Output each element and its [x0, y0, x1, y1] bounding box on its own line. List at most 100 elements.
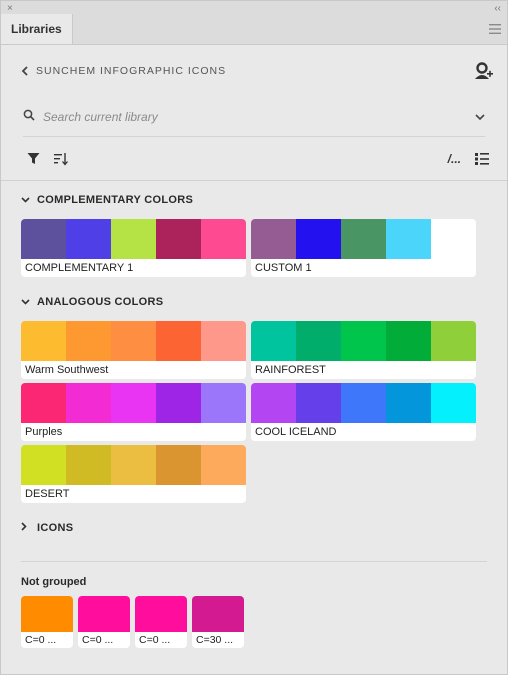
theme-swatch[interactable] — [21, 321, 66, 361]
theme-name: DESERT — [25, 488, 70, 500]
swatch-color — [78, 596, 130, 632]
theme-swatch[interactable] — [111, 383, 156, 423]
color-swatch[interactable]: C=0 ... — [21, 596, 73, 648]
theme-swatch[interactable] — [431, 321, 476, 361]
close-icon[interactable]: × — [7, 3, 13, 14]
filter-icon[interactable] — [27, 152, 40, 165]
theme-name: RAINFOREST — [255, 364, 326, 376]
theme-swatch[interactable] — [156, 321, 201, 361]
search-input[interactable] — [43, 109, 467, 124]
theme-name: Purples — [25, 426, 63, 438]
section-complementary: COMPLEMENTARY COLORS COMPLEMENTARY 1 CUS… — [21, 181, 487, 277]
theme-swatch[interactable] — [111, 219, 156, 259]
theme-swatch[interactable] — [111, 321, 156, 361]
library-content: COMPLEMENTARY COLORS COMPLEMENTARY 1 CUS… — [1, 181, 507, 648]
hamburger-menu-icon[interactable] — [483, 14, 507, 44]
theme-swatch[interactable] — [296, 383, 341, 423]
color-theme[interactable]: DESERT — [21, 445, 246, 503]
theme-swatch[interactable] — [66, 219, 111, 259]
color-theme[interactable]: COMPLEMENTARY 1 — [21, 219, 246, 277]
theme-swatch[interactable] — [201, 383, 246, 423]
color-theme[interactable]: RAINFOREST — [251, 321, 476, 379]
theme-swatch[interactable] — [21, 219, 66, 259]
swatch-color — [21, 596, 73, 632]
theme-name: COMPLEMENTARY 1 — [25, 262, 134, 274]
libraries-panel: × ‹‹ Libraries SUNCHEM INFOGRAPHIC ICONS — [0, 0, 508, 675]
section-title: ICONS — [37, 522, 74, 534]
theme-swatch[interactable] — [66, 445, 111, 485]
section-title: Not grouped — [21, 576, 87, 588]
color-theme[interactable]: CUSTOM 1 — [251, 219, 476, 277]
theme-swatch[interactable] — [296, 321, 341, 361]
user-add-icon[interactable] — [473, 61, 493, 81]
theme-swatch[interactable] — [251, 383, 296, 423]
chevron-down-icon[interactable] — [475, 110, 485, 124]
theme-swatches — [251, 383, 476, 423]
theme-swatch[interactable] — [201, 219, 246, 259]
chevron-down-icon — [21, 194, 31, 206]
theme-swatches — [21, 321, 246, 361]
theme-swatch[interactable] — [111, 445, 156, 485]
theme-grid: Warm Southwest RAINFOREST Purples COOL I… — [21, 321, 487, 503]
theme-swatch[interactable] — [156, 219, 201, 259]
swatch-color — [192, 596, 244, 632]
theme-swatch[interactable] — [156, 383, 201, 423]
swatch-color — [135, 596, 187, 632]
search-icon — [23, 108, 35, 126]
theme-swatch[interactable] — [251, 321, 296, 361]
theme-grid: COMPLEMENTARY 1 CUSTOM 1 — [21, 219, 487, 277]
theme-swatch[interactable] — [386, 321, 431, 361]
color-theme[interactable]: COOL ICELAND — [251, 383, 476, 441]
theme-swatch[interactable] — [386, 219, 431, 259]
swatch-row: C=0 ... C=0 ... C=0 ... C=30 ... — [21, 596, 487, 648]
theme-swatch[interactable] — [296, 219, 341, 259]
list-view-icon[interactable]: /... — [448, 152, 461, 166]
library-header: SUNCHEM INFOGRAPHIC ICONS — [1, 45, 507, 97]
swatch-name: C=30 ... — [196, 634, 234, 646]
theme-name: Warm Southwest — [25, 364, 109, 376]
theme-swatch[interactable] — [201, 321, 246, 361]
chevron-down-icon — [21, 296, 31, 308]
color-swatch[interactable]: C=0 ... — [135, 596, 187, 648]
tab-libraries[interactable]: Libraries — [1, 14, 73, 44]
divider — [21, 561, 487, 562]
color-swatch[interactable]: C=0 ... — [78, 596, 130, 648]
grid-view-icon[interactable] — [475, 152, 489, 166]
theme-swatch[interactable] — [341, 383, 386, 423]
theme-swatch[interactable] — [431, 383, 476, 423]
theme-swatch[interactable] — [156, 445, 201, 485]
search-bar — [23, 97, 485, 137]
theme-swatch[interactable] — [21, 383, 66, 423]
theme-swatch[interactable] — [341, 219, 386, 259]
section-header[interactable]: COMPLEMENTARY COLORS — [21, 181, 487, 219]
chevron-left-icon — [21, 64, 29, 79]
color-theme[interactable]: Warm Southwest — [21, 321, 246, 379]
theme-swatch[interactable] — [251, 219, 296, 259]
theme-swatches — [21, 219, 246, 259]
section-analogous: ANALOGOUS COLORS Warm Southwest RAINFORE… — [21, 283, 487, 503]
color-swatch[interactable]: C=30 ... — [192, 596, 244, 648]
theme-swatches — [21, 383, 246, 423]
theme-swatch[interactable] — [66, 383, 111, 423]
theme-name: COOL ICELAND — [255, 426, 337, 438]
toolbar: /... — [1, 137, 507, 181]
chevron-right-icon — [21, 522, 31, 534]
theme-swatches — [251, 321, 476, 361]
theme-swatch[interactable] — [66, 321, 111, 361]
section-header[interactable]: ANALOGOUS COLORS — [21, 283, 487, 321]
theme-swatch[interactable] — [21, 445, 66, 485]
theme-swatch[interactable] — [201, 445, 246, 485]
color-theme[interactable]: Purples — [21, 383, 246, 441]
section-header[interactable]: ICONS — [21, 509, 487, 547]
sort-icon[interactable] — [54, 152, 68, 166]
back-button[interactable]: SUNCHEM INFOGRAPHIC ICONS — [21, 64, 226, 79]
theme-swatch[interactable] — [386, 383, 431, 423]
theme-swatches — [251, 219, 476, 259]
swatch-name: C=0 ... — [25, 634, 57, 646]
theme-swatch[interactable] — [341, 321, 386, 361]
swatch-name: C=0 ... — [139, 634, 171, 646]
section-title: ANALOGOUS COLORS — [37, 296, 164, 308]
collapse-icon[interactable]: ‹‹ — [494, 3, 501, 14]
swatch-name: C=0 ... — [82, 634, 114, 646]
theme-name: CUSTOM 1 — [255, 262, 312, 274]
